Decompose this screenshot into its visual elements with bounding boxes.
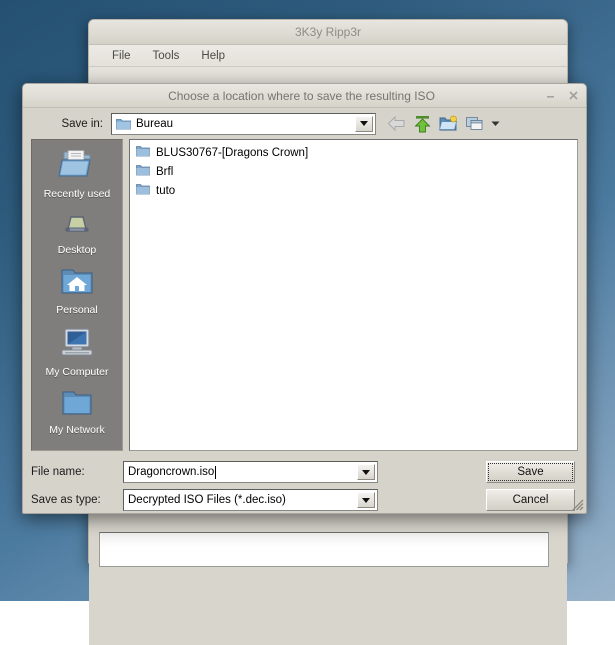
close-icon[interactable] — [563, 86, 583, 106]
save-in-value: Bureau — [136, 117, 174, 130]
text-caret — [215, 465, 217, 479]
list-item[interactable]: tuto — [130, 181, 577, 200]
dialog-location-bar: Save in: Bureau — [23, 108, 586, 139]
file-name-input[interactable]: Dragoncrown.iso — [123, 461, 378, 483]
save-in-combobox[interactable]: Bureau — [111, 112, 376, 135]
new-folder-icon[interactable] — [438, 113, 459, 134]
menu-tools[interactable]: Tools — [142, 48, 191, 64]
file-name: Brfl — [156, 165, 174, 178]
folder-icon — [136, 163, 150, 181]
cancel-button[interactable]: Cancel — [486, 489, 575, 511]
folder-icon — [116, 117, 131, 130]
dialog-titlebar: Choose a location where to save the resu… — [23, 84, 586, 108]
computer-icon — [57, 327, 97, 364]
file-name-dropdown-arrow-icon[interactable] — [357, 464, 375, 480]
background-window-menubar: File Tools Help — [89, 45, 567, 67]
folder-icon — [136, 144, 150, 162]
file-name-label: File name: — [31, 466, 85, 478]
desktop-icon — [57, 211, 97, 242]
form-fields: File name: Dragoncrown.iso Save as type:… — [31, 461, 472, 517]
background-window-title: 3K3y Ripp3r — [294, 25, 362, 39]
save-as-type-select[interactable]: Decrypted ISO Files (*.dec.iso) — [123, 489, 378, 511]
dialog-action-buttons: Save Cancel — [486, 461, 578, 517]
dialog-browser-area: Recently used Desktop Personal My Comput… — [23, 139, 586, 451]
desktop-background: 3K3y Ripp3r File Tools Help Choose a loc… — [0, 0, 615, 645]
up-one-level-icon[interactable] — [412, 113, 433, 134]
save-in-label: Save in: — [61, 117, 103, 130]
sidebar-item-label: Desktop — [57, 244, 97, 256]
sidebar-item-label: My Computer — [45, 366, 109, 378]
sidebar-item-recently-used[interactable]: Recently used — [32, 144, 122, 206]
save-in-dropdown-arrow-icon[interactable] — [355, 115, 373, 132]
minimize-icon[interactable] — [540, 86, 560, 106]
menu-help[interactable]: Help — [190, 48, 236, 64]
background-window-log-panel[interactable] — [99, 532, 549, 567]
list-item[interactable]: BLUS30767-[Dragons Crown] — [130, 143, 577, 162]
menu-file[interactable]: File — [101, 48, 142, 64]
back-icon — [386, 113, 407, 134]
save-button[interactable]: Save — [486, 461, 575, 483]
background-window-titlebar: 3K3y Ripp3r — [89, 20, 567, 45]
view-mode-dropdown-icon[interactable] — [490, 113, 501, 134]
save-as-type-label: Save as type: — [31, 494, 101, 506]
sidebar-item-personal[interactable]: Personal — [32, 262, 122, 322]
save-as-type-value: Decrypted ISO Files (*.dec.iso) — [128, 494, 286, 506]
file-name-row: File name: Dragoncrown.iso — [31, 461, 472, 483]
sidebar-item-label: Personal — [56, 304, 98, 316]
save-as-type-dropdown-arrow-icon[interactable] — [357, 492, 375, 508]
file-name: BLUS30767-[Dragons Crown] — [156, 146, 309, 159]
folder-icon — [136, 182, 150, 200]
file-name: tuto — [156, 184, 176, 197]
places-sidebar: Recently used Desktop Personal My Comput… — [31, 139, 123, 451]
recent-documents-icon — [57, 149, 97, 186]
file-name-value: Dragoncrown.iso — [128, 466, 215, 478]
network-folder-icon — [57, 389, 97, 422]
list-item[interactable]: Brfl — [130, 162, 577, 181]
sidebar-item-label: Recently used — [43, 188, 111, 200]
view-mode-icon[interactable] — [464, 113, 485, 134]
resize-grip[interactable] — [570, 497, 584, 511]
sidebar-item-my-computer[interactable]: My Computer — [32, 322, 122, 384]
home-folder-icon — [57, 267, 97, 302]
dialog-form-area: File name: Dragoncrown.iso Save as type:… — [23, 451, 586, 517]
dialog-navigation-toolbar — [386, 113, 501, 134]
save-file-dialog[interactable]: Choose a location where to save the resu… — [22, 83, 587, 514]
file-list[interactable]: BLUS30767-[Dragons Crown] Brfl tuto — [129, 139, 578, 451]
sidebar-item-desktop[interactable]: Desktop — [32, 206, 122, 262]
sidebar-item-label: My Network — [49, 424, 105, 436]
sidebar-item-my-network[interactable]: My Network — [32, 384, 122, 442]
dialog-title: Choose a location where to save the resu… — [168, 88, 435, 103]
save-as-type-row: Save as type: Decrypted ISO Files (*.dec… — [31, 489, 472, 511]
